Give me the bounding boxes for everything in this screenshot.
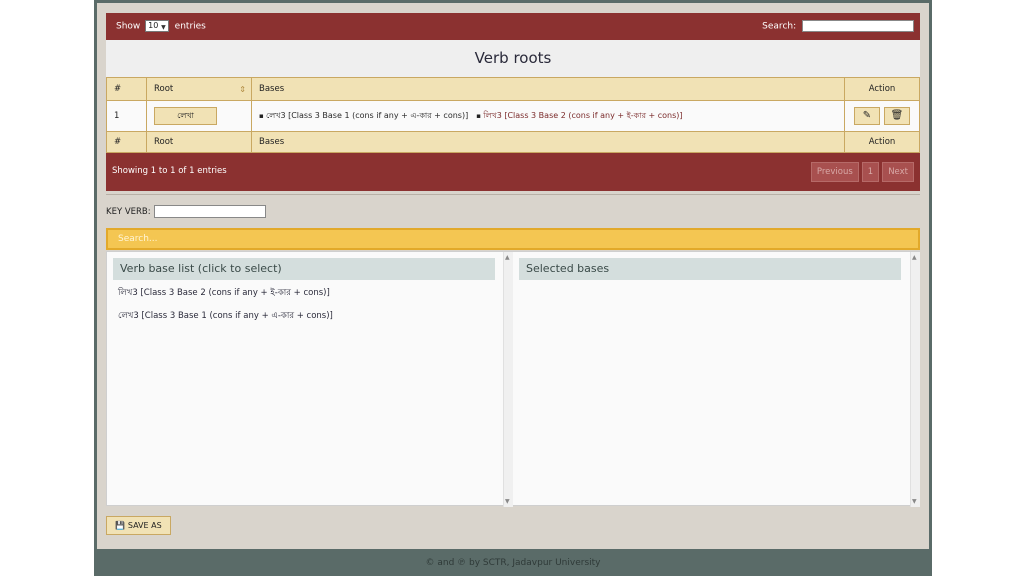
header-root[interactable]: Root ⇕: [147, 78, 252, 100]
selected-bases-title: Selected bases: [519, 258, 901, 280]
bases-cell: লেখ3 [Class 3 Base 1 (cons if any + এ-কা…: [252, 101, 845, 131]
header-index[interactable]: #: [107, 78, 147, 100]
scroll-up-icon[interactable]: ▲: [505, 254, 510, 261]
verb-base-list-pane: Verb base list (click to select) লিখ3 [C…: [107, 252, 503, 507]
page-frame: Show 10 ▼ entries Search: Verb roots # Ro…: [94, 0, 932, 576]
verb-base-list-title: Verb base list (click to select): [113, 258, 495, 280]
table-footer-row: # Root Bases Action: [106, 131, 920, 153]
search-label: Search:: [762, 21, 797, 32]
table-search: Search:: [762, 20, 914, 32]
base-item: লেখ3 [Class 3 Base 1 (cons if any + এ-কা…: [259, 110, 468, 123]
verb-roots-table-panel: Show 10 ▼ entries Search: Verb roots # Ro…: [106, 13, 920, 191]
key-verb-row: KEY VERB:: [106, 205, 266, 218]
table-search-input[interactable]: [802, 20, 914, 32]
footer-root: Root: [147, 132, 252, 152]
show-label: Show: [116, 21, 141, 32]
footer-bases: Bases: [252, 132, 845, 152]
page-button[interactable]: 1: [861, 162, 880, 182]
key-verb-label: KEY VERB:: [106, 206, 151, 217]
row-index: 1: [107, 101, 147, 131]
base-search-input[interactable]: Search...: [106, 228, 920, 250]
scroll-down-icon[interactable]: ▼: [505, 498, 510, 505]
bases-list: লেখ3 [Class 3 Base 1 (cons if any + এ-কা…: [259, 110, 683, 123]
chevron-down-icon: ▼: [161, 23, 166, 31]
base-item: লিখ3 [Class 3 Base 2 (cons if any + ই-কা…: [476, 110, 682, 123]
header-action: Action: [868, 84, 896, 94]
scrollbar[interactable]: ▲ ▼: [503, 252, 513, 507]
sort-icon: ⇕: [239, 84, 246, 94]
footer-index: #: [107, 132, 147, 152]
table-top-bar: Show 10 ▼ entries Search:: [106, 13, 920, 40]
key-verb-input[interactable]: [153, 205, 266, 218]
scroll-up-icon[interactable]: ▲: [912, 254, 917, 261]
list-item[interactable]: লিখ3 [Class 3 Base 2 (cons if any + ই-কা…: [118, 286, 333, 300]
header-bases[interactable]: Bases: [252, 78, 845, 100]
pagination: Previous 1 Next: [810, 162, 914, 182]
entries-label: entries: [174, 21, 206, 32]
previous-button[interactable]: Previous: [810, 162, 859, 182]
root-button[interactable]: লেখা: [154, 107, 217, 125]
page-footer: © and ℗ by SCTR, Jadavpur University: [425, 558, 601, 568]
table-info: Showing 1 to 1 of 1 entries: [112, 166, 227, 176]
selected-bases-pane: Selected bases: [514, 252, 911, 507]
header-root-label: Root: [154, 84, 174, 94]
trash-icon: 🗑: [890, 110, 904, 121]
table-header-row: # Root ⇕ Bases Action: [106, 77, 920, 101]
app-container: Show 10 ▼ entries Search: Verb roots # Ro…: [97, 3, 929, 549]
base-selection-area: Verb base list (click to select) লিখ3 [C…: [106, 251, 920, 507]
save-as-button[interactable]: 💾 SAVE AS: [106, 516, 171, 535]
scroll-down-icon[interactable]: ▼: [912, 498, 917, 505]
save-as-label: SAVE AS: [127, 521, 162, 530]
page-title: Verb roots: [106, 40, 920, 77]
edit-icon: ✎: [862, 110, 872, 121]
verb-base-items: লিখ3 [Class 3 Base 2 (cons if any + ই-কা…: [118, 286, 333, 332]
list-item[interactable]: লেখ3 [Class 3 Base 1 (cons if any + এ-কা…: [118, 309, 333, 323]
save-icon: 💾: [115, 521, 126, 530]
divider: [106, 194, 920, 195]
entries-length-control: Show 10 ▼ entries: [116, 20, 206, 32]
table-bottom-bar: Showing 1 to 1 of 1 entries Previous 1 N…: [106, 153, 920, 191]
root-cell: লেখা: [147, 101, 252, 131]
action-cell: ✎ 🗑: [845, 101, 919, 131]
footer-action: Action: [868, 137, 896, 147]
delete-button[interactable]: 🗑: [884, 107, 910, 125]
edit-button[interactable]: ✎: [854, 107, 880, 125]
scrollbar[interactable]: ▲ ▼: [910, 252, 920, 507]
table-row: 1 লেখা লেখ3 [Class 3 Base 1 (cons if any…: [106, 101, 920, 131]
next-button[interactable]: Next: [882, 162, 914, 182]
